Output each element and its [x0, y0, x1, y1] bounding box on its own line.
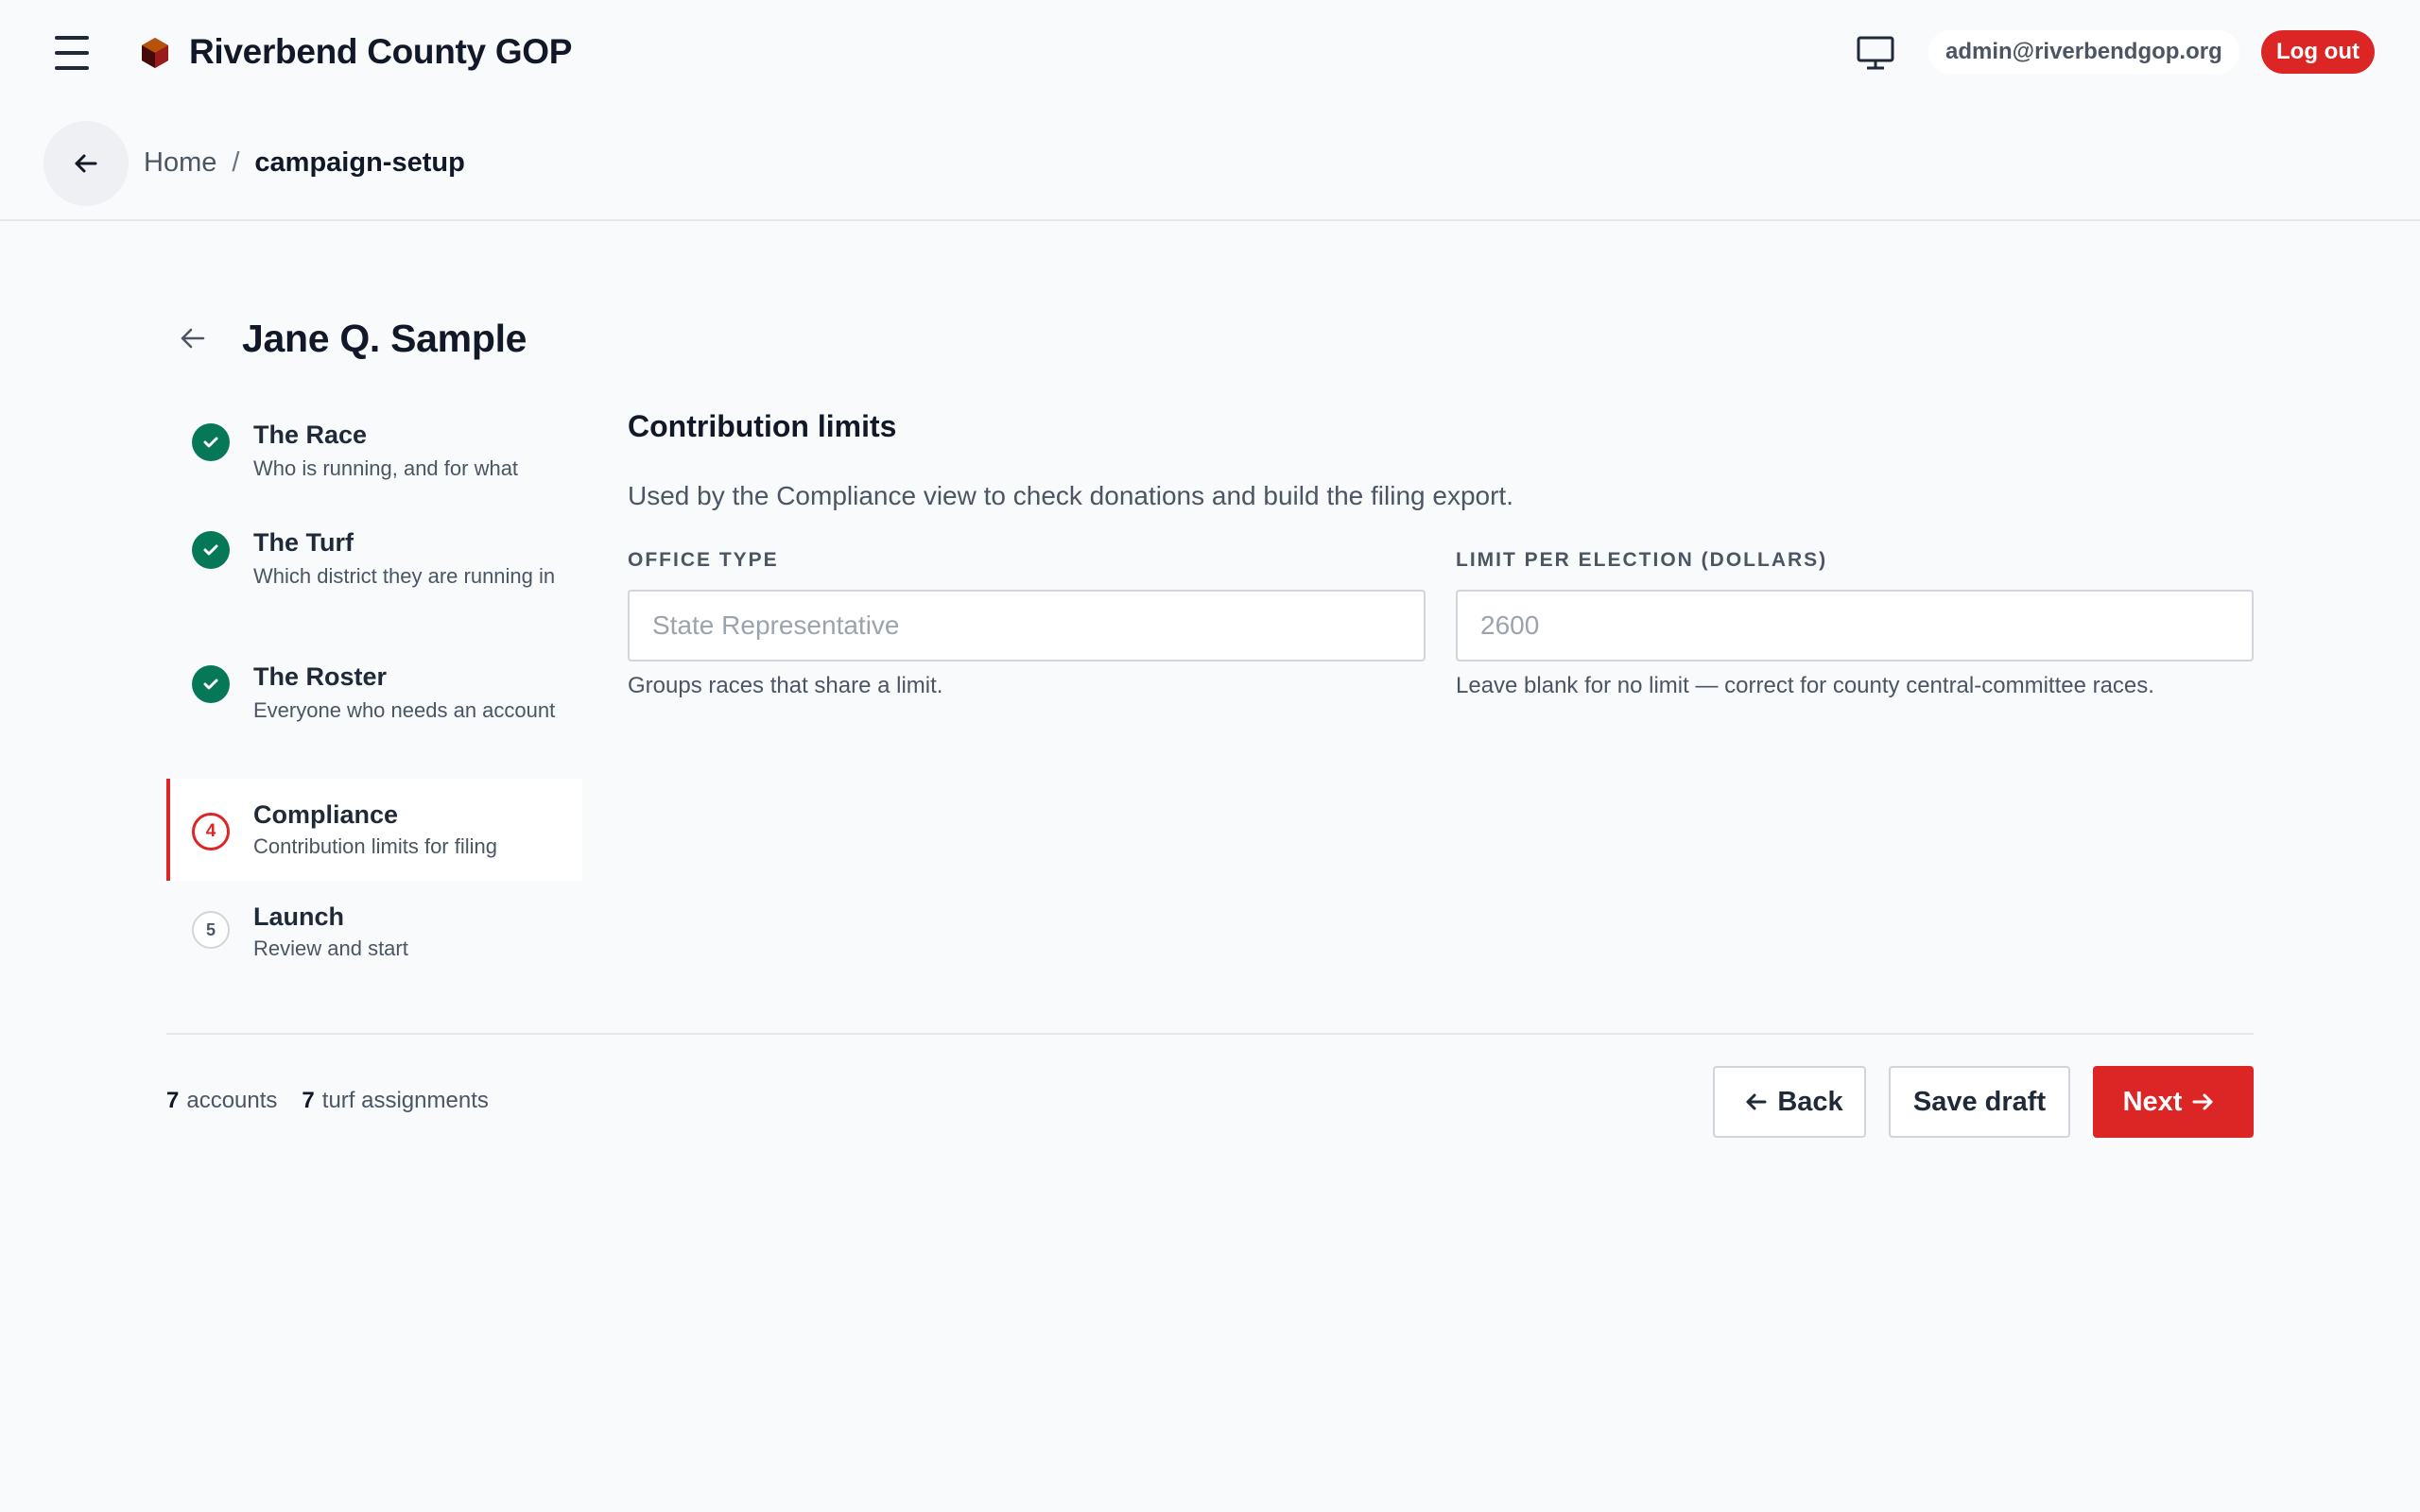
step-subtitle: Contribution limits for filing: [253, 834, 497, 858]
office-type-hint: Groups races that share a limit.: [628, 673, 943, 698]
arrow-left-icon: [75, 154, 97, 173]
check-icon: [192, 531, 230, 569]
page-title: Jane Q. Sample: [242, 317, 527, 360]
top-bar: Riverbend County GOP admin@riverbendgop.…: [0, 0, 2420, 106]
back-button-label: Back: [1777, 1086, 1843, 1117]
step-subtitle: Everyone who needs an account: [253, 698, 556, 722]
step-number-badge: 5: [192, 911, 230, 949]
step-number-badge: 4: [192, 813, 230, 850]
accounts-label: accounts: [186, 1088, 278, 1113]
step-subtitle: Which district they are running in: [253, 564, 556, 588]
breadcrumb: Home / campaign-setup: [144, 144, 465, 181]
breadcrumb-back-button[interactable]: [43, 121, 129, 206]
limit-field: Limit per election (dollars) Leave blank…: [1456, 546, 2254, 701]
page-back-arrow-icon[interactable]: [176, 321, 210, 355]
check-icon: [192, 665, 230, 703]
step-the-turf[interactable]: The Turf Which district they are running…: [166, 514, 582, 627]
step-title: The Roster: [253, 662, 388, 691]
office-type-label: Office type: [628, 549, 779, 571]
hamburger-menu-icon[interactable]: [49, 34, 95, 72]
user-email[interactable]: admin@riverbendgop.org: [1928, 30, 2239, 74]
arrow-left-icon: [1746, 1093, 1767, 1110]
breadcrumb-home-link[interactable]: Home: [144, 144, 216, 181]
footer-divider: [166, 1033, 2254, 1035]
step-title: The Turf: [253, 528, 354, 557]
check-icon: [192, 423, 230, 461]
step-title: The Race: [253, 421, 368, 449]
brand-name[interactable]: Riverbend County GOP: [189, 30, 572, 74]
step-launch[interactable]: 5 Launch Review and start: [166, 900, 582, 990]
next-button[interactable]: Next: [2093, 1066, 2254, 1138]
monitor-icon[interactable]: [1855, 32, 1896, 74]
breadcrumb-separator: /: [232, 147, 240, 178]
step-title: Compliance: [253, 800, 399, 829]
limit-input[interactable]: [1456, 590, 2254, 662]
step-subtitle: Who is running, and for what: [253, 456, 519, 480]
breadcrumb-bar: Home / campaign-setup: [0, 106, 2420, 221]
turf-label: turf assignments: [321, 1088, 489, 1113]
office-type-input[interactable]: [628, 590, 1426, 662]
accounts-stat: 7 accounts: [166, 1085, 277, 1117]
step-compliance[interactable]: 4 Compliance Contribution limits for fil…: [166, 779, 582, 881]
turf-count: 7: [302, 1088, 315, 1113]
brand-logo-icon: [142, 38, 168, 68]
setup-stats: 7 accounts 7 turf assignments: [166, 1085, 513, 1117]
save-draft-button[interactable]: Save draft: [1889, 1066, 2070, 1138]
section-title: Contribution limits: [628, 409, 897, 443]
arrow-right-icon: [2192, 1093, 2213, 1110]
step-title: Launch: [253, 902, 345, 931]
office-type-field: Office type Groups races that share a li…: [628, 546, 1426, 701]
step-the-race[interactable]: The Race Who is running, and for what: [166, 408, 582, 503]
turf-stat: 7 turf assignments: [302, 1085, 488, 1117]
save-draft-label: Save draft: [1912, 1086, 2047, 1117]
back-button[interactable]: Back: [1713, 1066, 1866, 1138]
limit-label: Limit per election (dollars): [1456, 549, 1828, 571]
limit-hint: Leave blank for no limit — correct for c…: [1456, 673, 2154, 698]
breadcrumb-current: campaign-setup: [254, 147, 465, 178]
next-button-label: Next: [2122, 1086, 2183, 1117]
step-the-roster[interactable]: The Roster Everyone who needs an account: [166, 648, 582, 762]
step-subtitle: Review and start: [253, 936, 408, 960]
logout-button[interactable]: Log out: [2261, 30, 2375, 74]
section-description: Used by the Compliance view to check don…: [628, 481, 1513, 510]
accounts-count: 7: [166, 1088, 180, 1113]
